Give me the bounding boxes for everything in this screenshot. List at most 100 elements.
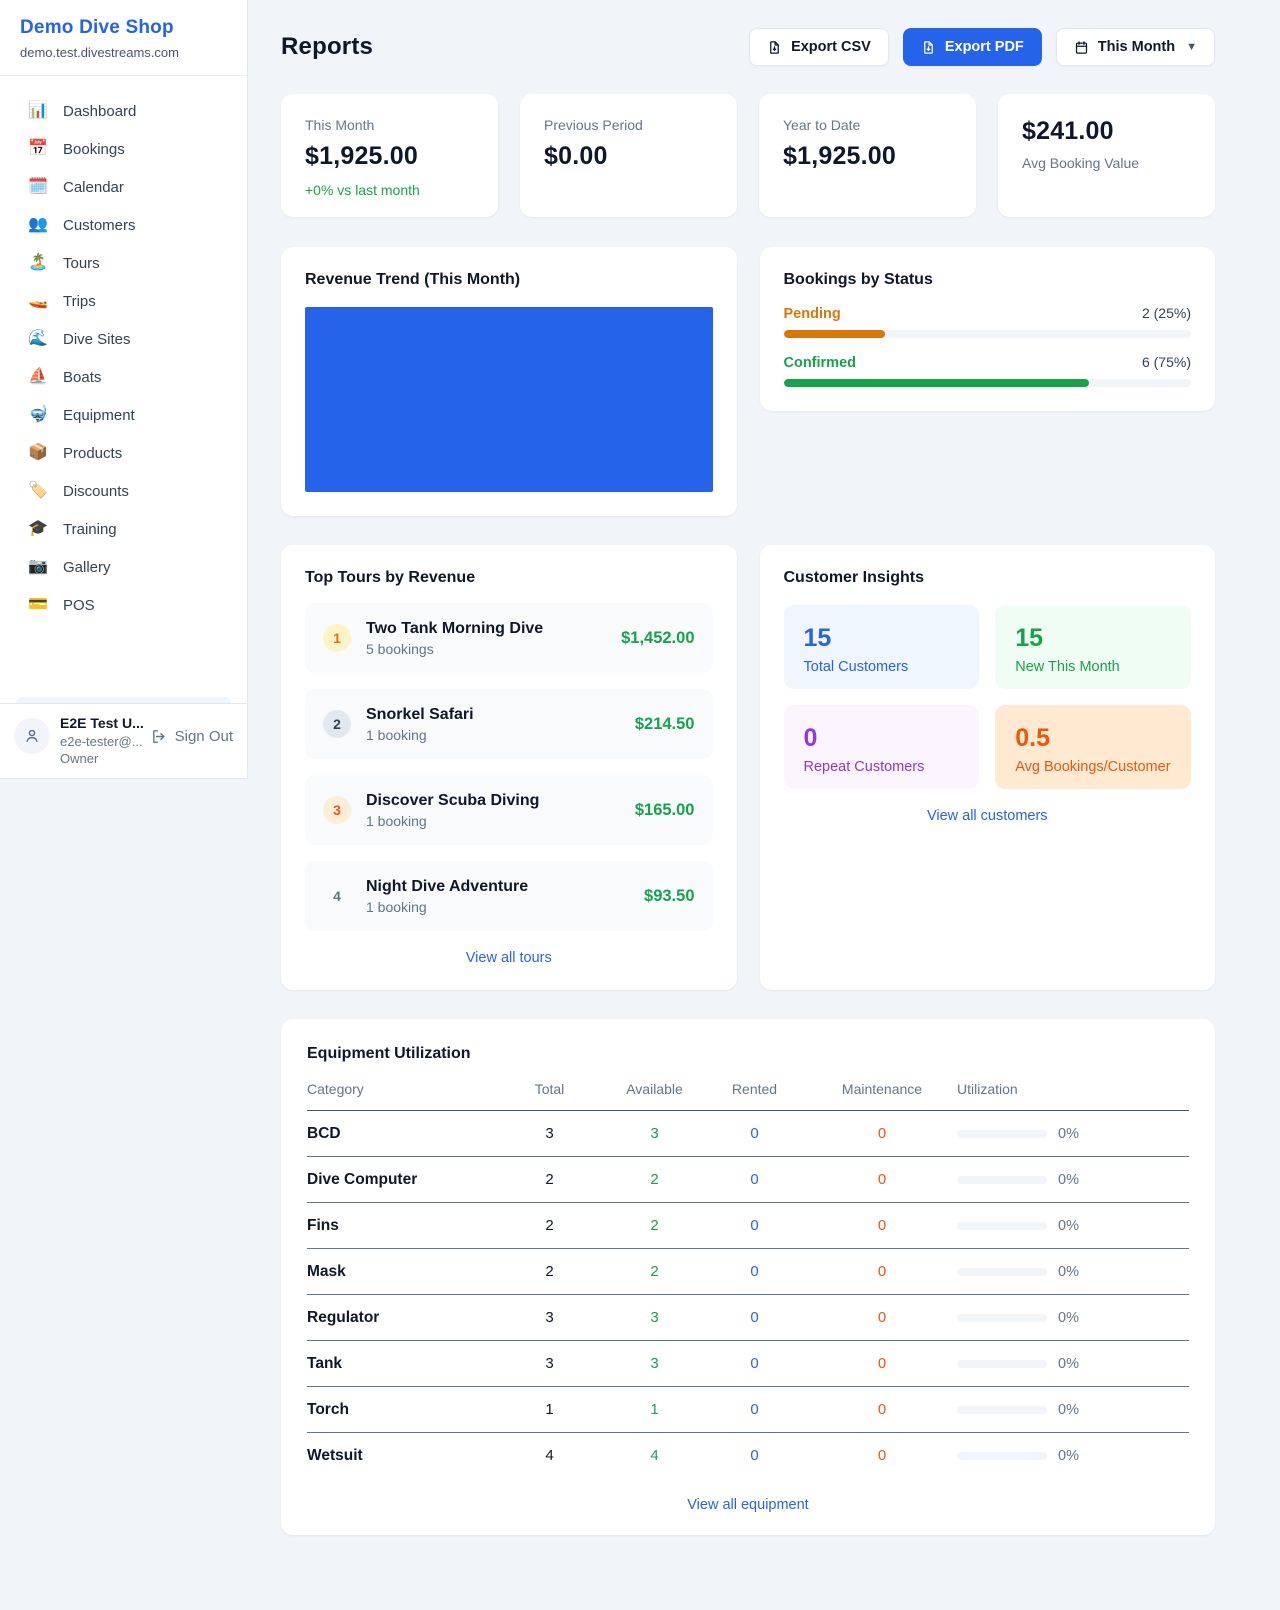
equipment-row: Tank33000%: [307, 1341, 1189, 1387]
equipment-available: 4: [607, 1447, 702, 1464]
sidebar-item-gallery[interactable]: 📷Gallery: [0, 548, 247, 586]
package-icon: 📦: [28, 445, 48, 461]
equipment-table-header: Category Total Available Rented Maintena…: [307, 1063, 1189, 1111]
equipment-maintenance: 0: [807, 1309, 957, 1326]
revenue-trend-bar: [305, 307, 713, 492]
export-csv-button[interactable]: Export CSV: [749, 28, 889, 66]
period-label: This Month: [1098, 39, 1175, 55]
equipment-maintenance: 0: [807, 1355, 957, 1372]
sidebar-item-dive-sites[interactable]: 🌊Dive Sites: [0, 320, 247, 358]
stat-label: This Month: [305, 117, 474, 133]
sidebar-item-label: Dive Sites: [63, 331, 131, 348]
equipment-total: 4: [492, 1447, 607, 1464]
tour-revenue: $1,452.00: [621, 629, 694, 648]
insight-label: Avg Bookings/Customer: [1015, 759, 1171, 775]
equipment-category: Mask: [307, 1263, 492, 1281]
stat-label: Year to Date: [783, 117, 952, 133]
col-category: Category: [307, 1081, 492, 1097]
equipment-total: 3: [492, 1355, 607, 1372]
stat-value: $241.00: [1022, 117, 1191, 146]
insight-value: 0.5: [1015, 724, 1171, 753]
equipment-total: 2: [492, 1217, 607, 1234]
equipment-utilization-cell: 0%: [957, 1126, 1189, 1142]
sidebar-item-calendar[interactable]: 🗓️Calendar: [0, 168, 247, 206]
sidebar-item-pos[interactable]: 💳POS: [0, 586, 247, 624]
sidebar-item-label: Customers: [63, 217, 136, 234]
bookings-calendar-icon: 📅: [28, 141, 48, 157]
insight-label: Total Customers: [804, 659, 960, 675]
tours-island-icon: 🏝️: [28, 255, 48, 271]
sidebar-item-label: Discounts: [63, 483, 129, 500]
dashboard-icon: 📊: [28, 103, 48, 119]
tour-bookings: 5 bookings: [366, 641, 543, 657]
tour-name: Snorkel Safari: [366, 706, 474, 724]
equipment-available: 2: [607, 1263, 702, 1280]
view-all-customers-link[interactable]: View all customers: [784, 808, 1192, 824]
sidebar-item-dashboard[interactable]: 📊Dashboard: [0, 92, 247, 130]
rank-badge: 2: [323, 710, 351, 738]
sidebar-item-label: Training: [63, 521, 117, 538]
stat-card-this-month: This Month $1,925.00 +0% vs last month: [281, 94, 498, 217]
sidebar-item-tours[interactable]: 🏝️Tours: [0, 244, 247, 282]
status-row-pending: Pending 2 (25%): [784, 305, 1192, 338]
top-tours-title: Top Tours by Revenue: [305, 569, 713, 587]
customers-icon: 👥: [28, 217, 48, 233]
sidebar-item-label: Boats: [63, 369, 101, 386]
equipment-rented: 0: [702, 1217, 807, 1234]
equipment-total: 1: [492, 1401, 607, 1418]
col-rented: Rented: [702, 1081, 807, 1097]
progress-fill-pending: [784, 330, 886, 338]
sidebar-item-products[interactable]: 📦Products: [0, 434, 247, 472]
sidebar-item-label: Trips: [63, 293, 96, 310]
equipment-category: Dive Computer: [307, 1171, 492, 1189]
equipment-category: BCD: [307, 1125, 492, 1143]
tour-bookings: 1 booking: [366, 899, 528, 915]
view-all-equipment-link[interactable]: View all equipment: [307, 1497, 1189, 1513]
page-header: Reports Export CSV Export PDF This Month: [281, 28, 1215, 66]
sidebar-item-trips[interactable]: 🚤Trips: [0, 282, 247, 320]
period-dropdown[interactable]: This Month ▼: [1056, 28, 1215, 66]
equipment-category: Tank: [307, 1355, 492, 1373]
stat-label: Avg Booking Value: [1022, 155, 1191, 171]
sidebar-item-bookings[interactable]: 📅Bookings: [0, 130, 247, 168]
revenue-trend-title: Revenue Trend (This Month): [305, 271, 713, 289]
view-all-tours-link[interactable]: View all tours: [305, 950, 713, 966]
equipment-rented: 0: [702, 1171, 807, 1188]
progress-track: [784, 379, 1192, 387]
sidebar-item-boats[interactable]: ⛵ Boats: [0, 358, 247, 396]
rank-badge: 1: [323, 624, 351, 652]
progress-track: [784, 330, 1192, 338]
export-pdf-button[interactable]: Export PDF: [903, 28, 1042, 66]
avatar: [14, 718, 50, 754]
equipment-utilization-cell: 0%: [957, 1448, 1189, 1464]
equipment-table-body: BCD33000%Dive Computer22000%Fins22000%Ma…: [307, 1111, 1189, 1478]
equipment-row: Dive Computer22000%: [307, 1157, 1189, 1203]
utilization-track: [957, 1360, 1047, 1368]
sidebar-item-discounts[interactable]: 🏷️Discounts: [0, 472, 247, 510]
equipment-available: 2: [607, 1171, 702, 1188]
sidebar-item-customers[interactable]: 👥 Customers: [0, 206, 247, 244]
tour-row: 2 Snorkel Safari1 booking $214.50: [305, 689, 713, 759]
user-name: E2E Test U...: [60, 714, 141, 733]
utilization-track: [957, 1176, 1047, 1184]
sidebar-nav: 📊Dashboard 📅Bookings 🗓️Calendar 👥 Custome…: [0, 76, 247, 703]
sidebar-item-equipment[interactable]: 🤿Equipment: [0, 396, 247, 434]
utilization-percent: 0%: [1058, 1264, 1079, 1280]
sign-out-button[interactable]: Sign Out: [151, 728, 233, 745]
shop-name: Demo Dive Shop: [20, 17, 227, 39]
sidebar-item-training[interactable]: 🎓Training: [0, 510, 247, 548]
utilization-percent: 0%: [1058, 1402, 1079, 1418]
equipment-available: 3: [607, 1355, 702, 1372]
insight-label: Repeat Customers: [804, 759, 960, 775]
equipment-utilization-cell: 0%: [957, 1310, 1189, 1326]
camera-icon: 📷: [28, 559, 48, 575]
insight-tile-repeat-customers: 0 Repeat Customers: [784, 705, 980, 789]
utilization-track: [957, 1406, 1047, 1414]
chevron-down-icon: ▼: [1186, 41, 1197, 53]
stat-card-year-to-date: Year to Date $1,925.00: [759, 94, 976, 217]
sidebar-item-label: POS: [63, 597, 95, 614]
status-row-confirmed: Confirmed 6 (75%): [784, 354, 1192, 387]
calendar-icon: 🗓️: [28, 179, 48, 195]
utilization-track: [957, 1314, 1047, 1322]
sailboat-icon: ⛵: [28, 369, 48, 385]
